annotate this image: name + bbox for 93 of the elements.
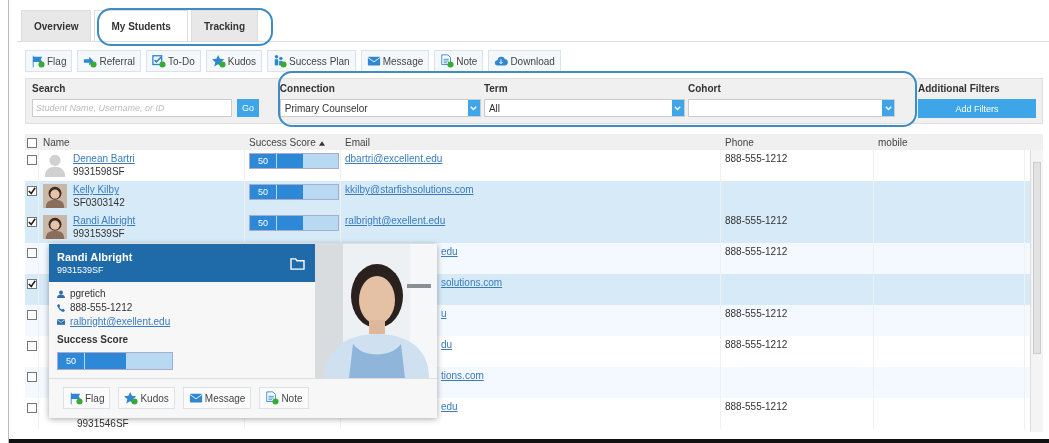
dropdown[interactable]: All [483,99,685,117]
checkbox[interactable] [27,138,37,148]
student-id: SF0303142 [73,197,125,208]
score-label: Success Score [57,334,130,345]
card-button[interactable]: Message [182,387,252,409]
sort-icon [318,140,325,146]
toolbar-button[interactable]: Success Plan [267,50,356,72]
field-label: Search [32,83,67,95]
flag-icon [31,54,45,68]
field-label: Cohort [687,83,722,95]
checkbox[interactable] [27,155,37,165]
score-value: 50 [250,216,277,230]
search-field[interactable]: Student Name, Username, or ID [32,99,232,117]
caret-icon [671,100,684,116]
dropdown[interactable] [687,99,895,117]
score-value: 50 [250,154,277,168]
email-link[interactable]: ralbright@exellent.edu [345,215,446,226]
dropdown[interactable]: Primary Counselor [279,99,481,117]
phone-icon [57,303,65,312]
student-id: 9931598SF [73,166,126,177]
person-icon [57,289,65,298]
toolbar-button[interactable]: Download [488,50,561,72]
phone-number: 888-555-1212 [725,246,788,257]
toolbar-button[interactable]: Flag [25,50,73,72]
email-link[interactable]: solutions.com [441,277,503,288]
email-link[interactable]: ralbright@exellent.edu [70,316,171,327]
email-link[interactable]: dbartri@excellent.edu [345,153,443,164]
flag-icon [69,391,83,405]
email-link[interactable]: edu [441,246,458,257]
card-button[interactable]: Note [259,387,309,409]
field-label: Additional Filters [918,83,1001,95]
student-id: 9931539SF [57,265,105,275]
scrollbar[interactable] [1030,150,1043,432]
envelope-icon [188,391,203,405]
phone-number: 888-555-1212 [725,401,788,412]
checkbox[interactable] [27,217,37,227]
checkbox[interactable] [27,248,37,258]
people-icon [273,54,288,68]
envelope-icon [366,54,381,68]
star-icon [124,391,139,405]
student-name-link[interactable]: Kelly Kilby [73,184,125,195]
checkbox[interactable] [27,279,37,289]
student-id: 9931546SF [77,418,129,429]
column-header[interactable]: Success Score [249,136,325,148]
checkbox[interactable] [27,372,37,382]
toolbar-button[interactable]: To-Do [146,50,201,72]
checkbox-icon [152,54,167,68]
arrow-icon [83,54,98,68]
star-icon [211,54,226,68]
toolbar-button[interactable]: Referral [77,50,142,72]
phone-number: 888-555-1212 [725,339,788,350]
cloud-icon [494,54,509,68]
checkbox[interactable] [27,341,37,351]
toolbar-button[interactable]: Kudos [205,50,263,72]
email-link[interactable]: kkilby@starfishsolutions.com [345,184,474,195]
phone-number: 888-555-1212 [70,302,133,313]
score-value: 50 [250,185,277,199]
document-icon [440,54,455,68]
phone-number: 888-555-1212 [725,308,788,319]
field-label: Connection [279,83,336,95]
checkbox[interactable] [27,186,37,196]
student-name-link[interactable]: Randi Albright [73,215,136,226]
avatar-icon [43,153,67,177]
tab[interactable]: Overview [21,10,92,41]
document-icon [265,391,280,405]
envelope-icon [57,317,65,326]
email-link[interactable]: tions.com [441,370,484,381]
checkbox[interactable] [27,403,37,413]
student-name-link[interactable]: Denean Bartri [73,153,135,164]
email-link[interactable]: du [441,339,453,350]
card-button[interactable]: Kudos [118,387,175,409]
toolbar-button[interactable]: Message [360,50,430,72]
card-button[interactable]: Flag [63,387,111,409]
column-header[interactable]: Name [43,136,70,148]
score-value: 50 [58,353,85,369]
folder-icon[interactable] [290,256,305,270]
tab[interactable]: My Students [94,10,188,41]
column-header[interactable]: mobile [878,136,908,148]
phone-number: 888-555-1212 [725,153,788,164]
checkbox[interactable] [27,310,37,320]
email-link[interactable]: u [441,308,447,319]
toolbar-button[interactable]: Note [434,50,484,72]
tab[interactable]: Tracking [190,10,259,41]
column-header[interactable]: Phone [725,136,754,148]
student-id: 9931539SF [73,228,126,239]
caret-icon [467,100,480,116]
caret-icon [882,100,894,116]
field-label: Term [483,83,509,95]
email-link[interactable]: edu [441,401,458,412]
student-name: Randi Albright [57,251,133,263]
column-header[interactable]: Email [345,136,370,148]
phone-number: 888-555-1212 [725,215,788,226]
username: pgretich [70,288,106,299]
